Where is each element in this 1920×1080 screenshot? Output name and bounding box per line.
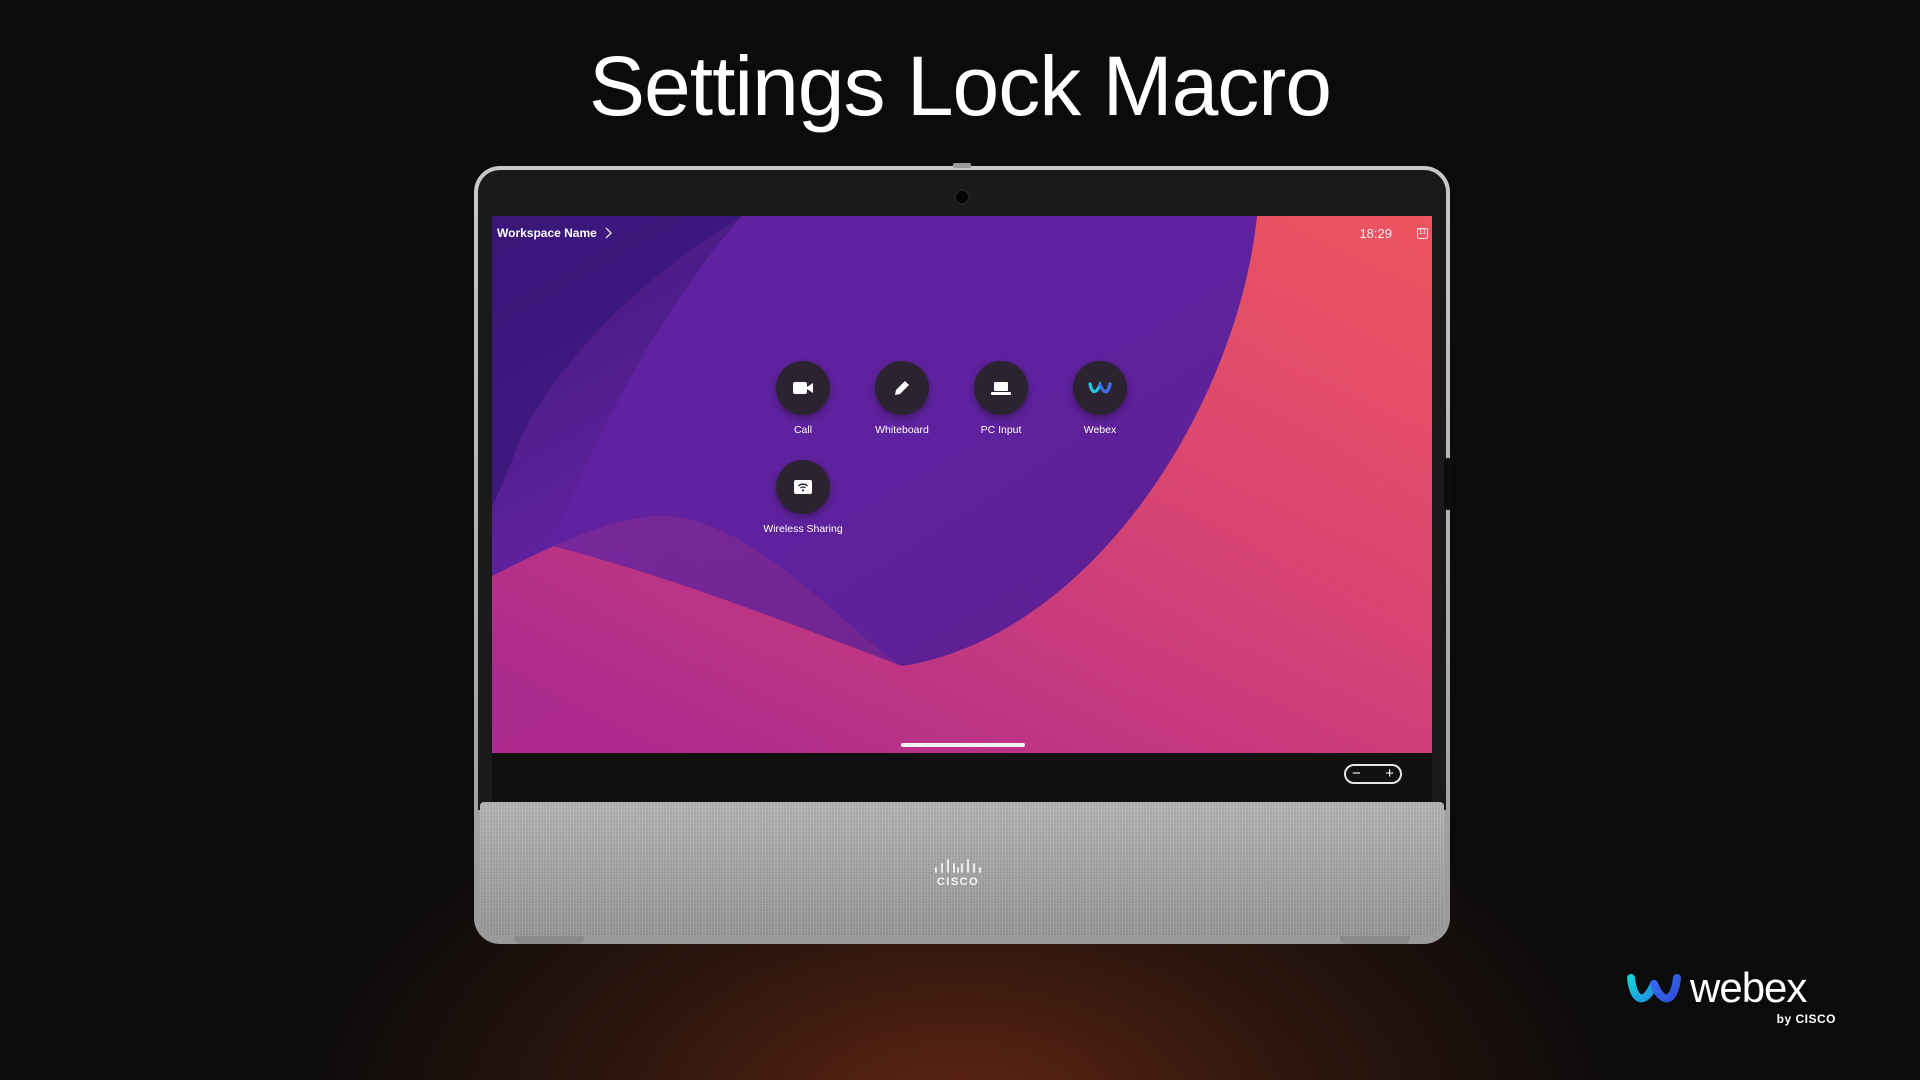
brand-wordmark: webex	[1690, 964, 1807, 1011]
cisco-bars-icon	[935, 859, 981, 873]
volume-down-button[interactable]: −	[1352, 766, 1361, 782]
app-label: Webex	[1083, 424, 1117, 436]
app-grid: Call Whiteboard PC Input Webex Wireless …	[492, 216, 1432, 753]
wireless-share-icon	[776, 460, 830, 514]
app-whiteboard[interactable]: Whiteboard	[852, 361, 952, 436]
app-call[interactable]: Call	[753, 361, 853, 436]
device-foot-left	[514, 936, 584, 944]
side-button[interactable]	[1444, 458, 1452, 510]
app-label: PC Input	[980, 424, 1022, 436]
app-wireless-sharing[interactable]: Wireless Sharing	[753, 460, 853, 535]
device-top-nub	[953, 163, 971, 168]
brand-byline: by CISCO	[1776, 1012, 1836, 1026]
webex-logo-icon	[1073, 361, 1127, 415]
cisco-wordmark: CISCO	[936, 876, 980, 888]
app-pc-input[interactable]: PC Input	[951, 361, 1051, 436]
app-label: Wireless Sharing	[763, 523, 843, 535]
pencil-icon	[875, 361, 929, 415]
volume-control: − +	[1344, 764, 1402, 784]
webex-brand: webex by CISCO	[1626, 964, 1836, 1028]
camera-icon	[956, 191, 968, 203]
app-webex[interactable]: Webex	[1050, 361, 1150, 436]
slide: Settings Lock Macro Workspace Name 18:29…	[0, 0, 1920, 1080]
device-foot-right	[1340, 936, 1410, 944]
laptop-icon	[974, 361, 1028, 415]
video-camera-icon	[776, 361, 830, 415]
volume-up-button[interactable]: +	[1385, 766, 1394, 782]
app-label: Call	[793, 424, 813, 436]
home-indicator[interactable]	[901, 743, 1025, 747]
app-label: Whiteboard	[875, 424, 929, 436]
webex-logo-icon	[1627, 974, 1681, 1003]
device-screen: Workspace Name 18:29 11 Call Whiteboard …	[492, 216, 1432, 753]
bottom-bezel: − +	[492, 753, 1432, 803]
cisco-desk-device: Workspace Name 18:29 11 Call Whiteboard …	[474, 163, 1452, 944]
cisco-logo: CISCO	[926, 858, 990, 888]
page-title: Settings Lock Macro	[588, 39, 1332, 133]
